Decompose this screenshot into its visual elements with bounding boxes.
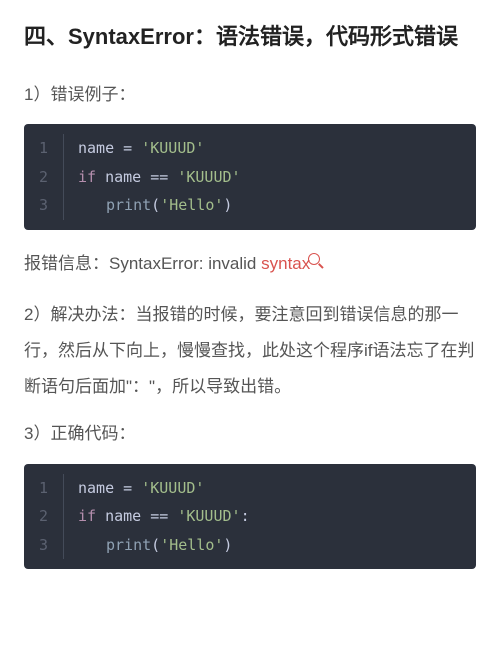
token-identifier: name [78, 139, 114, 157]
token-string: 'KUUUD' [177, 168, 240, 186]
code-content: print('Hello') [64, 531, 232, 560]
token-punc: ( [151, 196, 160, 214]
error-prefix: 报错信息： [24, 254, 109, 273]
code-content: if name == 'KUUUD' [64, 163, 241, 192]
token-operator: = [114, 139, 141, 157]
line-number: 1 [24, 134, 64, 163]
token-space [96, 507, 105, 525]
code-block-error: 1 name = 'KUUUD' 2 if name == 'KUUUD' 3 … [24, 124, 476, 230]
token-string: 'KUUUD' [177, 507, 240, 525]
subsection-3-title: 3）正确代码： [24, 420, 476, 447]
error-text: SyntaxError: invalid [109, 254, 261, 273]
error-syntax-word: syntax [261, 254, 310, 273]
code-line: 2 if name == 'KUUUD' [24, 163, 476, 192]
code-content: name = 'KUUUD' [64, 474, 204, 503]
code-line: 3 print('Hello') [24, 191, 476, 220]
token-string: 'KUUUD' [141, 479, 204, 497]
token-function: print [106, 536, 151, 554]
code-line: 3 print('Hello') [24, 531, 476, 560]
token-identifier: name [78, 479, 114, 497]
token-identifier: name [105, 507, 141, 525]
code-line: 1 name = 'KUUUD' [24, 134, 476, 163]
code-content: print('Hello') [64, 191, 232, 220]
subsection-1-title: 1）错误例子： [24, 81, 476, 108]
token-string: 'KUUUD' [141, 139, 204, 157]
token-operator: == [141, 168, 177, 186]
search-icon[interactable] [308, 253, 320, 265]
line-number: 2 [24, 502, 64, 531]
subsection-2-title: 2）解决办法： [24, 305, 135, 324]
line-number: 3 [24, 531, 64, 560]
code-line: 2 if name == 'KUUUD': [24, 502, 476, 531]
token-identifier: name [105, 168, 141, 186]
token-string: 'Hello' [160, 536, 223, 554]
line-number: 2 [24, 163, 64, 192]
code-block-correct: 1 name = 'KUUUD' 2 if name == 'KUUUD': 3… [24, 464, 476, 570]
error-message-line: 报错信息：SyntaxError: invalid syntax [24, 246, 476, 282]
token-operator: = [114, 479, 141, 497]
token-punc: ( [151, 536, 160, 554]
code-line: 1 name = 'KUUUD' [24, 474, 476, 503]
code-content: name = 'KUUUD' [64, 134, 204, 163]
token-keyword: if [78, 168, 96, 186]
code-content: if name == 'KUUUD': [64, 502, 250, 531]
line-number: 1 [24, 474, 64, 503]
subsection-2: 2）解决办法：当报错的时候，要注意回到错误信息的那一行，然后从下向上，慢慢查找，… [24, 297, 476, 404]
token-punc: ) [223, 536, 232, 554]
token-colon: : [241, 507, 250, 525]
section-heading: 四、SyntaxError：语法错误，代码形式错误 [24, 20, 476, 53]
token-string: 'Hello' [160, 196, 223, 214]
token-function: print [106, 196, 151, 214]
token-space [96, 168, 105, 186]
token-keyword: if [78, 507, 96, 525]
line-number: 3 [24, 191, 64, 220]
token-operator: == [141, 507, 177, 525]
token-punc: ) [223, 196, 232, 214]
